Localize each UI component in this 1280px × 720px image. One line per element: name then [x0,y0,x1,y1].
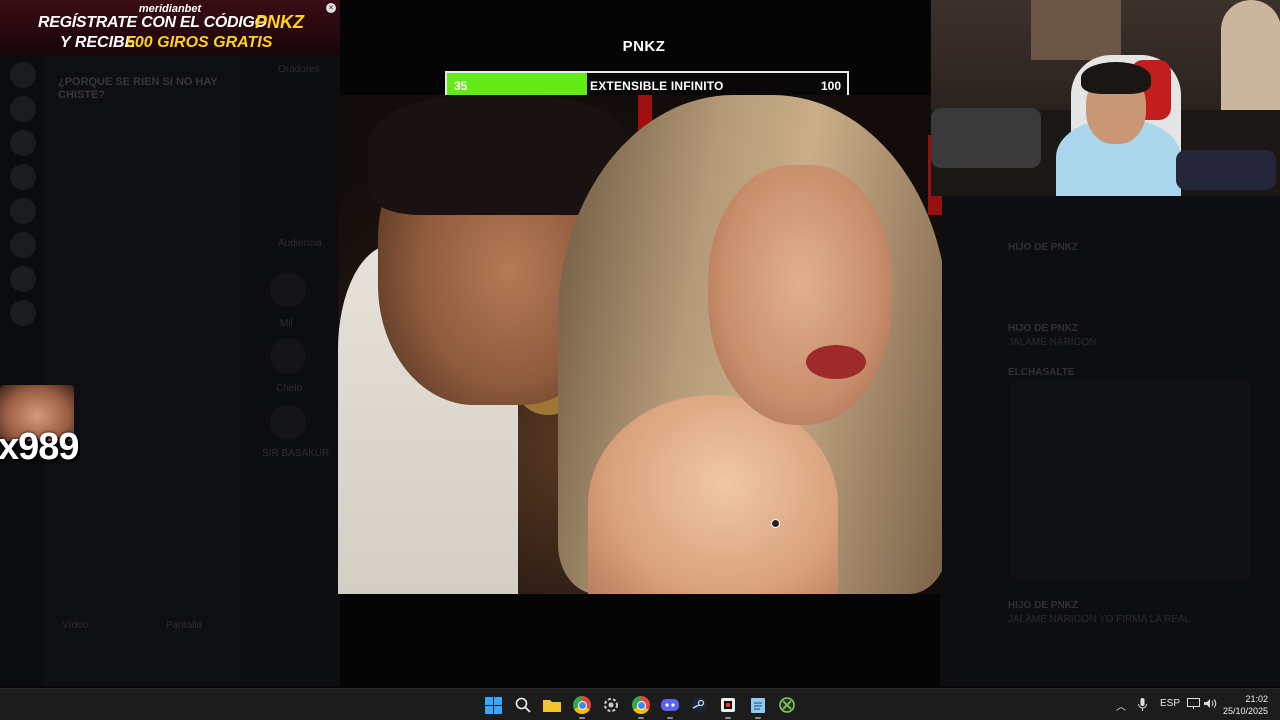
discord-icon[interactable] [661,696,679,714]
message-author: HIJO DE PNKZ [1008,600,1079,611]
microphone [1176,150,1276,190]
video-button[interactable]: Vídeo [62,620,88,631]
search-icon[interactable] [514,696,532,714]
taskbar: ︿ ESP 21:02 25/10/2025 [0,688,1280,720]
windows-icon[interactable] [484,696,502,714]
emote-count: x989 [0,426,80,468]
promo-line1: REGÍSTRATE CON EL CÓDIGO [38,14,267,31]
room-shelf [1031,0,1121,60]
server-icon[interactable] [10,96,36,122]
avatar[interactable] [270,272,306,308]
promo-line2-highlight: 500 GIROS GRATIS [126,34,273,51]
person-face [708,165,893,425]
message-body: JALAME NARIGON [1008,337,1097,348]
mouse-cursor-icon [771,519,780,528]
avatar[interactable] [270,338,306,374]
xbox-icon[interactable] [778,696,796,714]
system-clock[interactable]: 21:02 25/10/2025 [1223,693,1268,717]
chevron-up-icon[interactable]: ︿ [1116,698,1126,713]
progress-current: 35 [454,79,468,93]
person-lips [806,345,866,379]
close-icon[interactable]: × [326,3,336,13]
speakers-label: Oradores [278,64,320,75]
server-icon[interactable] [10,164,36,190]
server-icon[interactable] [10,130,36,156]
chrome-icon[interactable] [573,696,591,714]
room-sofa [931,108,1041,168]
clock-time: 21:02 [1245,694,1268,704]
stream-logo: PNKZ [622,38,666,55]
audience-name: Mil [280,318,293,329]
clock-date: 25/10/2025 [1222,706,1268,716]
streamer-hair [1081,62,1151,94]
server-icon[interactable] [10,62,36,88]
promo-banner[interactable]: meridianbet REGÍSTRATE CON EL CÓDIGO PNK… [0,0,340,56]
promo-line2-prefix: Y RECIBE [60,34,136,51]
avatar[interactable] [270,404,306,440]
audience-name: SIR BASAKUR [262,448,330,459]
chrome-icon[interactable] [632,696,650,714]
settings-icon[interactable] [602,696,620,714]
server-icon[interactable] [10,266,36,292]
language-indicator[interactable]: ESP [1160,698,1180,709]
folder-icon[interactable] [543,696,561,714]
progress-max: 100 [820,79,841,93]
message-image[interactable] [1010,382,1250,578]
promo-code: PNKZ [255,12,304,32]
microphone-icon[interactable] [1138,698,1147,714]
room-doorway [1221,0,1280,120]
video-player[interactable] [338,95,942,594]
message-author: ELCHASALTE [1008,367,1075,378]
server-icon[interactable] [10,198,36,224]
screen: ¿PORQUE SE RIEN SI NO HAY CHISTE? Orador… [0,0,1280,720]
message-author: HIJO DE PNKZ [1008,323,1079,334]
server-icon[interactable] [10,300,36,326]
webcam-overlay [931,0,1280,196]
stage-title: ¿PORQUE SE RIEN SI NO HAY CHISTE? [58,76,218,101]
message-author: HIJO DE PNKZ [1008,242,1079,253]
progress-label: EXTENSIBLE INFINITO [590,79,724,93]
server-icon[interactable] [10,232,36,258]
screen-share-button[interactable]: Pantalla [166,620,202,631]
message-body: JALAME NARIGON YO FIRMA LA REAL [1008,614,1191,625]
volume-icon[interactable] [1204,698,1217,712]
discord-server-list [0,56,44,686]
capcut-icon[interactable] [719,696,737,714]
notepad-icon[interactable] [749,696,767,714]
audience-name: Chelo [276,383,303,394]
network-icon[interactable] [1187,698,1200,712]
audience-label: Audiencia [278,238,322,249]
steam-icon[interactable] [690,696,708,714]
